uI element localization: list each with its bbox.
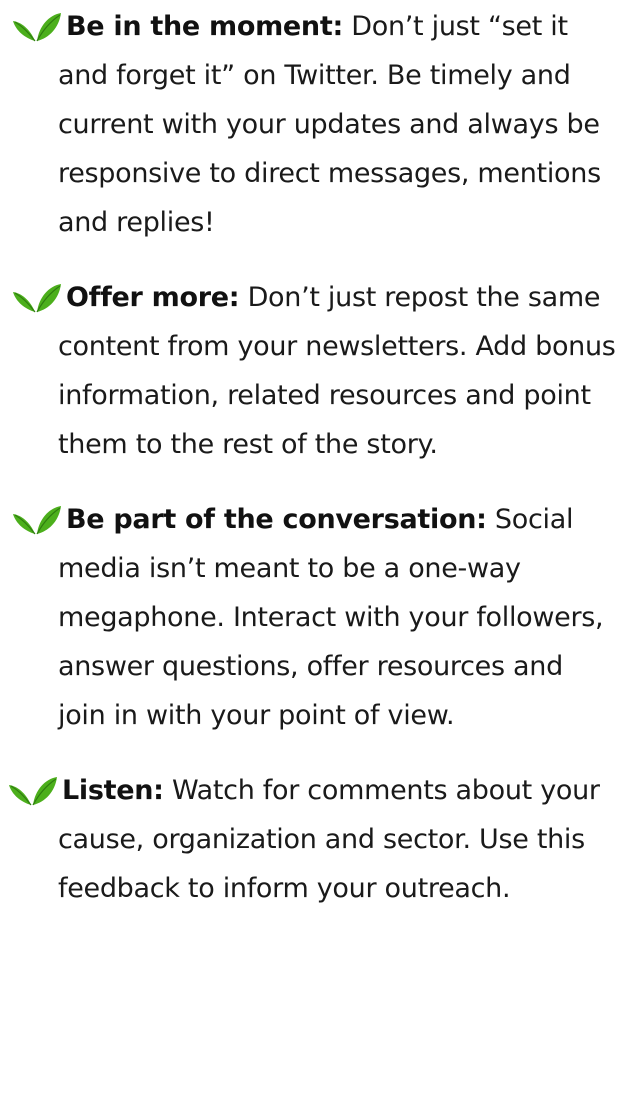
tip-title: Offer more: (66, 282, 240, 313)
tip-title: Listen: (62, 775, 164, 806)
tip-item: Listen: Watch for comments about your ca… (0, 766, 621, 913)
tip-title: Be part of the conversation: (66, 504, 487, 535)
tip-title: Be in the moment: (66, 11, 343, 42)
tip-body: Don’t just “set it and forget it” on Twi… (58, 11, 601, 238)
tip-item: Be in the moment: Don’t just “set it and… (0, 0, 621, 247)
sprout-icon (9, 777, 57, 806)
tip-body: Social media isn’t meant to be a one-way… (58, 504, 604, 731)
tip-item: Offer more: Don’t just repost the same c… (0, 273, 621, 469)
tips-list: Be in the moment: Don’t just “set it and… (0, 0, 621, 913)
sprout-icon (13, 284, 61, 313)
sprout-icon (13, 13, 61, 42)
tip-item: Be part of the conversation: Social medi… (0, 495, 621, 740)
sprout-icon (13, 506, 61, 535)
